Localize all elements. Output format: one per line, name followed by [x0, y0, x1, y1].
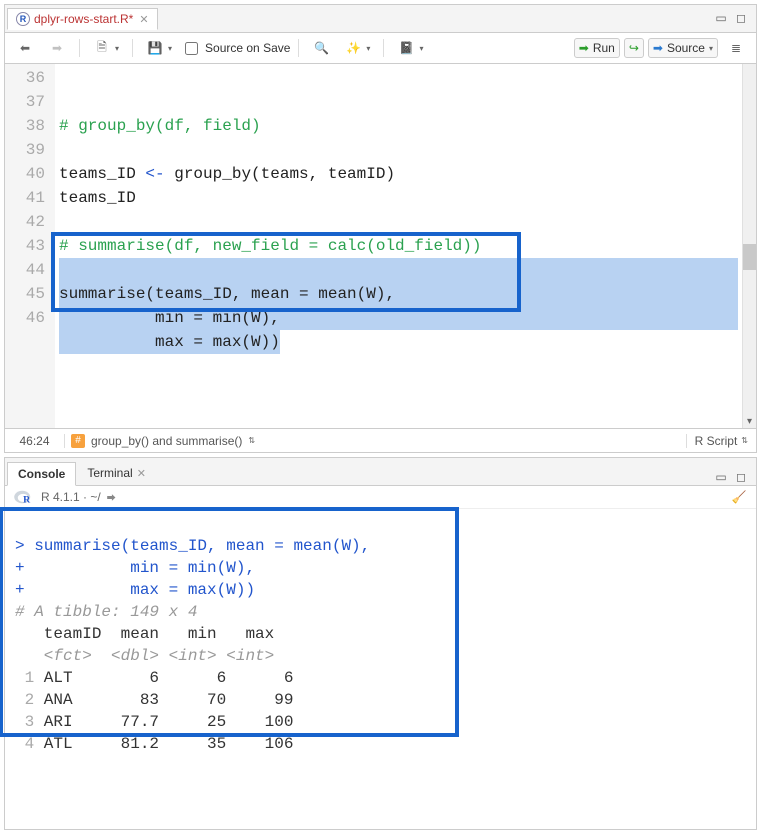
notebook-icon: 📓 — [397, 40, 415, 56]
source-doc-icon: ➡ — [653, 41, 663, 55]
session-info: R 4.1.1 · ~/ — [41, 490, 101, 504]
rerun-button[interactable]: ↪ — [624, 38, 644, 58]
arrow-right-icon: ➡ — [48, 40, 66, 56]
run-label: Run — [593, 41, 615, 55]
notebook-button[interactable]: 📓▾ — [392, 37, 428, 59]
outline-icon: ≣ — [727, 40, 745, 56]
editor-tab-bar: R dplyr-rows-start.R* ✕ ▭ ◻ — [5, 5, 756, 33]
maximize-pane-icon[interactable]: ◻ — [732, 11, 750, 27]
code-text: teams_ID — [59, 165, 145, 183]
cursor-position: 46:24 — [5, 434, 65, 448]
run-icon: ➡ — [579, 41, 589, 55]
clear-console-icon[interactable]: 🧹 — [730, 489, 748, 505]
minimize-pane-icon[interactable]: ▭ — [712, 469, 730, 485]
table-header: teamID mean min max — [15, 625, 274, 643]
find-button[interactable]: 🔍 — [307, 37, 335, 59]
code-text: summarise(teams_ID, mean = mean(W), — [59, 285, 395, 303]
source-on-save-toggle[interactable]: Source on Save — [181, 39, 290, 58]
code-comment: # group_by(df, field) — [59, 117, 261, 135]
wand-icon: ✨ — [344, 40, 362, 56]
svg-text:R: R — [23, 494, 31, 505]
editor-scrollbar[interactable]: ▾ — [742, 64, 756, 428]
console-input-line: min = min(W), — [34, 559, 255, 577]
scope-dropdown-icon: ⇅ — [248, 436, 255, 445]
editor-status-bar: 46:24 # group_by() and summarise() ⇅ R S… — [5, 428, 756, 452]
code-area[interactable]: # group_by(df, field) teams_ID <- group_b… — [55, 64, 742, 428]
code-op: <- — [145, 165, 164, 183]
forward-button[interactable]: ➡ — [43, 37, 71, 59]
language-selector[interactable]: R Script ⇅ — [686, 434, 756, 448]
file-tab[interactable]: R dplyr-rows-start.R* ✕ — [7, 8, 158, 30]
show-in-files-button[interactable]: 🗎▾ — [88, 37, 124, 59]
source-button[interactable]: ➡ Source ▾ — [648, 38, 718, 58]
tab-console[interactable]: Console — [7, 462, 76, 486]
arrow-left-icon: ⬅ — [16, 40, 34, 56]
scope-selector[interactable]: # group_by() and summarise() ⇅ — [65, 434, 686, 448]
code-editor[interactable]: 36 37 38 39 40 41 42 43 44 45 46 # group… — [5, 64, 756, 428]
table-types: <fct> <dbl> <int> <int> — [15, 647, 274, 665]
code-text: min = min(W), — [59, 309, 280, 327]
console-output-meta: # A tibble: 149 x 4 — [15, 603, 197, 621]
console-pane: Console Terminal ✕ ▭ ◻ R R 4.1.1 · ~/ ⮕ 🧹… — [4, 457, 757, 830]
scope-label: group_by() and summarise() — [91, 434, 242, 448]
line-gutter: 36 37 38 39 40 41 42 43 44 45 46 — [5, 64, 55, 428]
console-tab-bar: Console Terminal ✕ ▭ ◻ — [5, 458, 756, 486]
session-dropdown-icon[interactable]: ⮕ — [107, 491, 116, 504]
code-text: teams_ID — [59, 189, 136, 207]
console-input-line: summarise(teams_ID, mean = mean(W), — [34, 537, 370, 555]
r-logo-icon: R — [13, 489, 35, 505]
editor-toolbar: ⬅ ➡ 🗎▾ 💾▾ Source on Save 🔍 ✨▾ 📓▾ ➡ Run ↪… — [5, 33, 756, 64]
source-on-save-label: Source on Save — [205, 41, 290, 55]
tab-terminal-label: Terminal — [87, 466, 132, 480]
source-label: Source — [667, 41, 705, 55]
run-button[interactable]: ➡ Run — [574, 38, 620, 58]
console-session-bar: R R 4.1.1 · ~/ ⮕ 🧹 — [5, 486, 756, 509]
code-text: group_by(teams, teamID) — [165, 165, 395, 183]
file-tab-name: dplyr-rows-start.R* — [34, 12, 133, 26]
scroll-down-icon[interactable]: ▾ — [743, 416, 756, 428]
scope-badge-icon: # — [71, 434, 85, 448]
save-button[interactable]: 💾▾ — [141, 37, 177, 59]
r-file-icon: R — [16, 12, 30, 26]
tab-console-label: Console — [18, 467, 65, 481]
wand-button[interactable]: ✨▾ — [339, 37, 375, 59]
outline-button[interactable]: ≣ — [722, 37, 750, 59]
close-icon[interactable]: ✕ — [137, 467, 146, 480]
language-label: R Script — [695, 434, 738, 448]
console-input-line: max = max(W)) — [34, 581, 255, 599]
source-on-save-checkbox[interactable] — [185, 42, 198, 55]
file-icon: 🗎 — [93, 40, 111, 56]
code-comment: # summarise(df, new_field = calc(old_fie… — [59, 237, 481, 255]
console-output[interactable]: > summarise(teams_ID, mean = mean(W), + … — [5, 509, 756, 829]
tab-terminal[interactable]: Terminal ✕ — [76, 461, 157, 485]
search-icon: 🔍 — [312, 40, 330, 56]
close-icon[interactable]: ✕ — [139, 13, 148, 26]
code-text: max = max(W)) — [59, 333, 280, 351]
rerun-icon: ↪ — [629, 41, 639, 55]
source-pane: R dplyr-rows-start.R* ✕ ▭ ◻ ⬅ ➡ 🗎▾ 💾▾ So… — [4, 4, 757, 453]
back-button[interactable]: ⬅ — [11, 37, 39, 59]
save-icon: 💾 — [146, 40, 164, 56]
maximize-pane-icon[interactable]: ◻ — [732, 469, 750, 485]
minimize-pane-icon[interactable]: ▭ — [712, 11, 730, 27]
